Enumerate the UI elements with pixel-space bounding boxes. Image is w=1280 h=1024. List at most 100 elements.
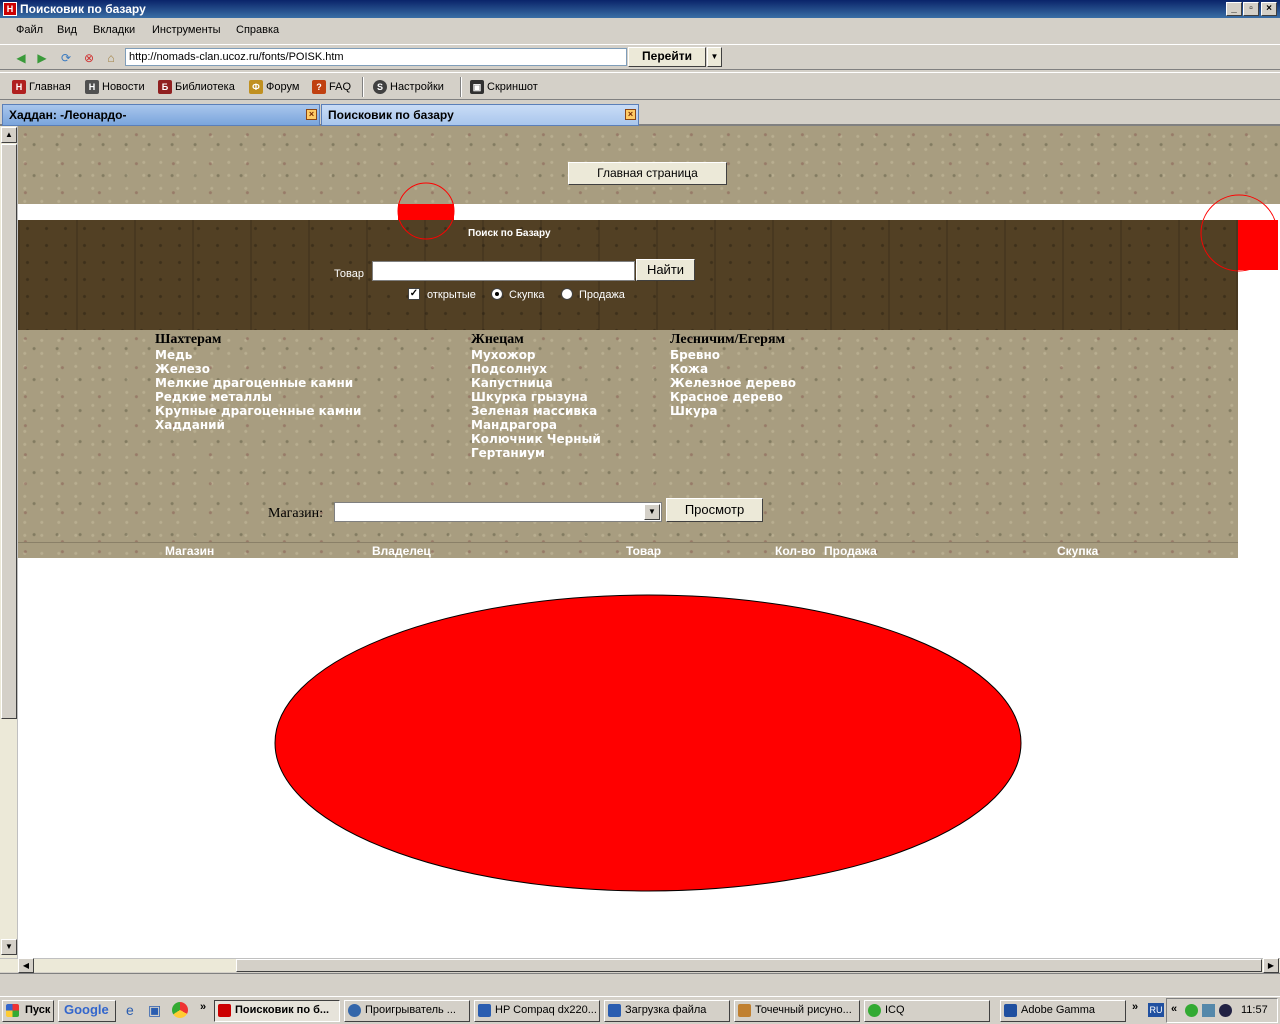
red-annotations [274,182,1278,892]
bookmark-label: Настройки [390,81,444,93]
horizontal-scroll-thumb[interactable] [236,959,1262,972]
bookmark-library[interactable]: Б Библиотека [158,79,235,95]
annotation-ellipse-large [274,594,1022,892]
clock: 11:57 [1241,1004,1268,1016]
start-button[interactable]: Пуск [2,1000,54,1022]
bookmark-screenshot[interactable]: ▣ Скриншот [470,79,538,95]
task-label: Загрузка файла [625,1004,707,1016]
scroll-thumb[interactable] [1,144,17,719]
app-shield-icon: Н [3,2,17,16]
tray-app-icon[interactable] [1219,1004,1232,1017]
taskbar: Пуск Google e ▣ » Поисковик по б... Прои… [0,996,1280,1024]
desktop-icon[interactable]: ▣ [148,1002,164,1018]
task-file-download[interactable]: Загрузка файла [604,1000,730,1022]
bookmark-label: FAQ [329,81,352,93]
task-label: Проигрыватель ... [365,1004,456,1016]
paint-icon [738,1004,751,1017]
shield-icon: Н [85,80,99,94]
task-paint[interactable]: Точечный рисуно... [734,1000,860,1022]
shield-icon: Н [12,80,26,94]
bookmark-home[interactable]: Н Главная [12,79,71,95]
tab-close-icon[interactable]: × [625,109,636,120]
annotation-fill-small [398,204,454,220]
go-dropdown-chevron-icon[interactable]: ▼ [707,47,722,67]
menu-file[interactable]: Файл [16,24,43,36]
home-icon[interactable]: ⌂ [104,51,118,65]
task-label: ICQ [885,1004,905,1016]
window-titlebar: Н Поисковик по базару _ ▫ × [0,0,1280,18]
shield-icon [218,1004,231,1017]
address-input[interactable]: http://nomads-clan.ucoz.ru/fonts/POISK.h… [125,48,627,66]
tab-close-icon[interactable]: × [306,109,317,120]
camera-icon: ▣ [470,80,484,94]
status-bar [0,973,1280,995]
tasks-chevron-icon[interactable]: » [1132,1001,1138,1013]
media-player-icon [348,1004,361,1017]
task-adobe-gamma[interactable]: Adobe Gamma [1000,1000,1126,1022]
windows-logo-icon [6,1004,19,1017]
bookmark-faq[interactable]: ? FAQ [312,79,351,95]
stop-icon[interactable]: ⊗ [82,51,96,65]
quicklaunch-chevron-icon[interactable]: » [200,1001,206,1013]
tab-label: Хаддан: -Леонардо- [9,108,127,122]
window-title: Поисковик по базару [20,2,146,16]
tray-network-icon[interactable] [1202,1004,1215,1017]
back-arrow-icon[interactable]: ◀ [14,51,28,65]
task-label: Adobe Gamma [1021,1004,1095,1016]
bookmark-label: Новости [102,81,145,93]
go-button[interactable]: Перейти [628,47,706,67]
google-toolbar[interactable]: Google [58,1000,116,1022]
tray-icq-icon[interactable] [1185,1004,1198,1017]
page-content: Главная страница Поиск по Базару Товар Н… [18,126,1280,958]
bookmark-settings[interactable]: S Настройки [373,79,444,95]
navigation-bar: ◀ ▶ ⟳ ⊗ ⌂ http://nomads-clan.ucoz.ru/fon… [0,44,1280,70]
horizontal-scrollbar[interactable]: ◀ ▶ [0,958,1280,973]
bookmark-forum[interactable]: Ф Форум [249,79,299,95]
maximize-button[interactable]: ▫ [1243,2,1259,16]
settings-s-icon: S [373,80,387,94]
tab-haddan[interactable]: Хаддан: -Леонардо- [2,104,320,126]
task-icq[interactable]: ICQ [864,1000,990,1022]
task-bazaar-search[interactable]: Поисковик по б... [214,1000,340,1022]
task-media-player[interactable]: Проигрыватель ... [344,1000,470,1022]
bookmark-label: Скриншот [487,81,538,93]
chrome-icon[interactable] [172,1002,188,1018]
book-icon: Б [158,80,172,94]
tray-chevron-icon[interactable]: « [1171,1003,1177,1015]
menu-help[interactable]: Справка [236,24,279,36]
download-icon [608,1004,621,1017]
bookmark-label: Форум [266,81,300,93]
bookmark-label: Главная [29,81,71,93]
forward-arrow-icon[interactable]: ▶ [35,51,49,65]
ie-icon[interactable]: e [126,1002,142,1018]
tab-label: Поисковик по базару [328,108,454,122]
annotation-fill-corner [1238,220,1278,270]
ie-icon [478,1004,491,1017]
scroll-up-arrow-icon[interactable]: ▲ [1,127,17,143]
scroll-down-arrow-icon[interactable]: ▼ [1,939,17,955]
bookmarks-bar: Н Главная Н Новости Б Библиотека Ф Форум… [0,72,1280,100]
tab-bazaar-search[interactable]: Поисковик по базару [321,104,639,126]
task-label: HP Compaq dx220... [495,1004,597,1016]
bookmark-news[interactable]: Н Новости [85,79,145,95]
close-button[interactable]: × [1261,2,1277,16]
bookmark-label: Библиотека [175,81,235,93]
menu-tabs[interactable]: Вкладки [93,24,135,36]
menu-bar: Файл Вид Вкладки Инструменты Справка [0,20,1280,42]
start-label: Пуск [25,1004,51,1016]
bookmark-separator [362,77,364,97]
task-label: Поисковик по б... [235,1004,330,1016]
scroll-left-arrow-icon[interactable]: ◀ [18,958,34,973]
menu-view[interactable]: Вид [57,24,77,36]
forum-icon: Ф [249,80,263,94]
faq-shield-icon: ? [312,80,326,94]
icq-flower-icon [868,1004,881,1017]
minimize-button[interactable]: _ [1226,2,1242,16]
scroll-right-arrow-icon[interactable]: ▶ [1263,958,1279,973]
vertical-scrollbar[interactable]: ▲ ▼ [0,126,18,958]
menu-tools[interactable]: Инструменты [152,24,221,36]
language-indicator[interactable]: RU [1148,1003,1164,1017]
reload-icon[interactable]: ⟳ [59,51,73,65]
task-hp-compaq[interactable]: HP Compaq dx220... [474,1000,600,1022]
tab-bar: Хаддан: -Леонардо- × Поисковик по базару… [0,102,1280,126]
